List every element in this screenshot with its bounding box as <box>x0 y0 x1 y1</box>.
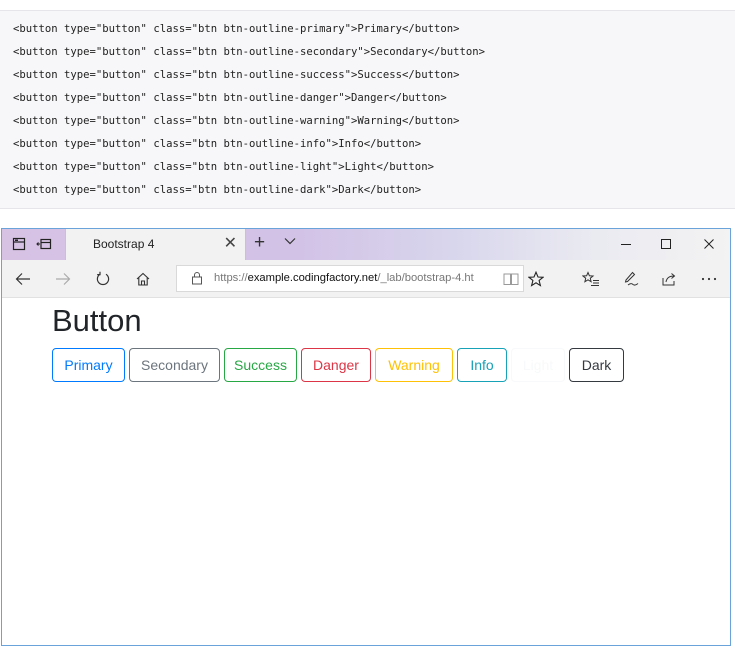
window-close-icon[interactable] <box>699 234 719 254</box>
title-bar: Bootstrap 4 ✕ + <box>2 229 730 260</box>
success-button[interactable]: Success <box>224 348 297 382</box>
pen-icon[interactable] <box>621 269 641 289</box>
danger-button[interactable]: Danger <box>301 348 371 382</box>
dark-button[interactable]: Dark <box>569 348 624 382</box>
page-content: Button Primary Secondary Success Danger … <box>2 298 730 645</box>
code-line: <button type="button" class="btn btn-out… <box>13 69 460 81</box>
more-icon[interactable] <box>699 269 719 289</box>
new-tab-icon[interactable]: + <box>254 232 265 254</box>
favorites-list-icon[interactable] <box>581 269 601 289</box>
forward-icon[interactable] <box>53 269 73 289</box>
tab-title: Bootstrap 4 <box>93 237 155 251</box>
favorite-star-icon[interactable] <box>526 269 546 289</box>
code-line: <button type="button" class="btn btn-out… <box>13 92 447 104</box>
code-line: <button type="button" class="btn btn-out… <box>13 115 460 127</box>
page-title: Button <box>52 303 142 338</box>
code-line: <button type="button" class="btn btn-out… <box>13 23 460 35</box>
set-aside-tabs-icon[interactable] <box>35 235 53 253</box>
navigation-bar: https://example.codingfactory.net/_lab/b… <box>2 260 730 298</box>
light-button[interactable]: Light <box>511 348 565 382</box>
code-snippet: <button type="button" class="btn btn-out… <box>0 10 735 209</box>
code-line: <button type="button" class="btn btn-out… <box>13 138 422 150</box>
info-button[interactable]: Info <box>457 348 507 382</box>
back-icon[interactable] <box>13 269 33 289</box>
secondary-button[interactable]: Secondary <box>129 348 220 382</box>
chevron-down-icon[interactable] <box>283 234 297 253</box>
primary-button[interactable]: Primary <box>52 348 125 382</box>
tab-manager-icon[interactable] <box>10 235 28 253</box>
warning-button[interactable]: Warning <box>375 348 453 382</box>
browser-tab[interactable]: Bootstrap 4 ✕ <box>65 229 246 260</box>
maximize-icon[interactable] <box>656 234 676 254</box>
reading-view-icon[interactable] <box>503 272 519 291</box>
browser-window: Bootstrap 4 ✕ + https://example.codingfa… <box>1 228 731 646</box>
close-icon[interactable]: ✕ <box>224 233 237 253</box>
lock-icon[interactable] <box>191 271 203 290</box>
code-line: <button type="button" class="btn btn-out… <box>13 184 422 196</box>
address-bar[interactable]: https://example.codingfactory.net/_lab/b… <box>176 265 524 292</box>
refresh-icon[interactable] <box>93 269 113 289</box>
url-text[interactable]: https://example.codingfactory.net/_lab/b… <box>214 272 501 284</box>
share-icon[interactable] <box>659 269 679 289</box>
code-line: <button type="button" class="btn btn-out… <box>13 161 434 173</box>
code-line: <button type="button" class="btn btn-out… <box>13 46 485 58</box>
minimize-icon[interactable] <box>616 234 636 254</box>
home-icon[interactable] <box>133 269 153 289</box>
